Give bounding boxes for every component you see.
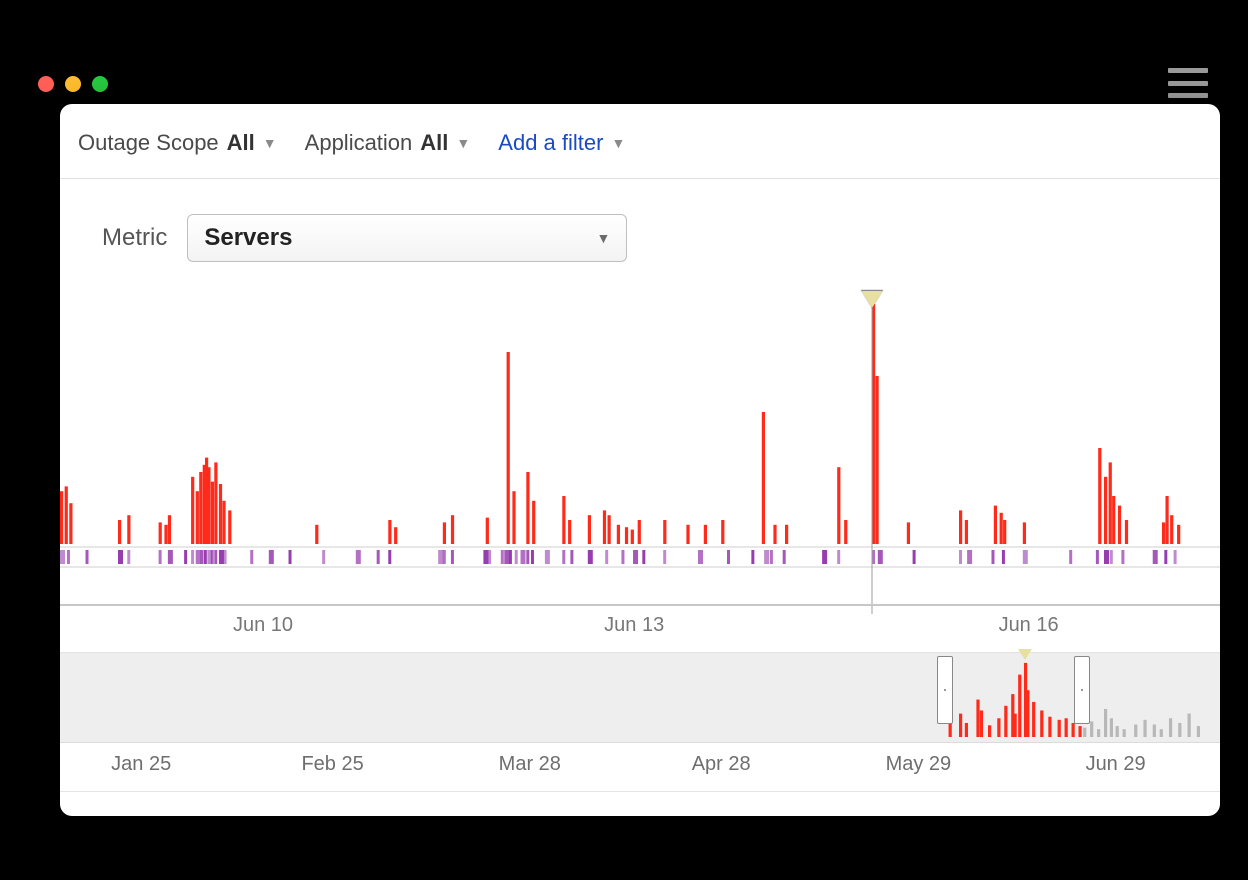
filter-outage-scope-value: All — [227, 130, 255, 156]
metric-row: Metric Servers ▼ — [102, 214, 627, 262]
x-tick: Apr 28 — [692, 753, 751, 776]
main-chart-axis: Jun 10 Jun 13 Jun 16 — [60, 604, 1220, 655]
x-tick: Mar 28 — [499, 753, 561, 776]
filter-outage-scope-label: Outage Scope — [78, 130, 219, 156]
filter-application[interactable]: Application All ▼ — [305, 130, 471, 156]
x-tick: May 29 — [886, 753, 952, 776]
metric-select[interactable]: Servers ▼ — [187, 214, 627, 262]
chevron-down-icon: ▼ — [456, 135, 470, 151]
chevron-down-icon: ▼ — [611, 135, 625, 151]
filter-application-value: All — [420, 130, 448, 156]
chevron-down-icon: ▼ — [596, 230, 610, 246]
add-filter-label: Add a filter — [498, 130, 603, 156]
main-chart[interactable] — [60, 284, 1220, 644]
range-handle-left[interactable] — [937, 656, 953, 724]
stage: Outage Scope All ▼ Application All ▼ Add… — [0, 0, 1248, 880]
chevron-down-icon: ▼ — [263, 135, 277, 151]
hamburger-menu-icon[interactable] — [1168, 68, 1208, 98]
overview-marker-icon[interactable] — [1018, 649, 1032, 660]
overview-chart-svg — [60, 653, 1220, 743]
metric-selected-value: Servers — [204, 224, 292, 252]
chart-marker-icon[interactable] — [861, 290, 883, 308]
overview-chart-axis: Jan 25 Feb 25 Mar 28 Apr 28 May 29 Jun 29 — [60, 742, 1220, 792]
filter-application-label: Application — [305, 130, 413, 156]
filter-outage-scope[interactable]: Outage Scope All ▼ — [78, 130, 277, 156]
metric-label: Metric — [102, 224, 167, 252]
window-traffic-lights — [38, 76, 108, 92]
x-tick: Jun 29 — [1086, 753, 1146, 776]
window-minimize-icon[interactable] — [65, 76, 81, 92]
x-tick: Jun 13 — [604, 614, 664, 637]
x-tick: Jan 25 — [111, 753, 171, 776]
window-close-icon[interactable] — [38, 76, 54, 92]
overview-chart[interactable] — [60, 652, 1220, 743]
main-chart-svg — [60, 284, 1220, 644]
add-filter-link[interactable]: Add a filter ▼ — [498, 130, 625, 156]
range-handle-right[interactable] — [1074, 656, 1090, 724]
x-tick: Jun 16 — [999, 614, 1059, 637]
window-zoom-icon[interactable] — [92, 76, 108, 92]
x-tick: Jun 10 — [233, 614, 293, 637]
app-window: Outage Scope All ▼ Application All ▼ Add… — [60, 104, 1220, 816]
x-tick: Feb 25 — [301, 753, 363, 776]
filter-bar: Outage Scope All ▼ Application All ▼ Add… — [60, 104, 1220, 179]
